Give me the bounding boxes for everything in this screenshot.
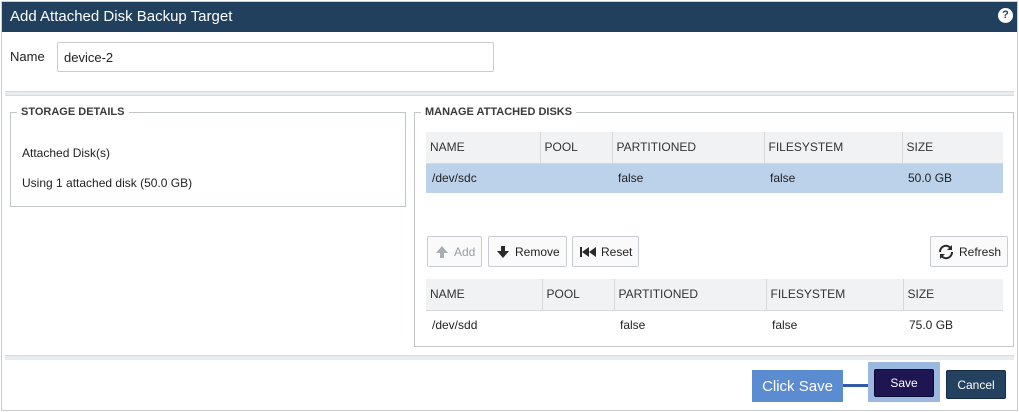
save-button-highlight: Save <box>868 362 940 402</box>
column-header-partitioned[interactable]: PARTITIONED <box>612 132 765 164</box>
remove-button[interactable]: Remove <box>488 236 567 267</box>
cancel-button[interactable]: Cancel <box>946 370 1006 399</box>
cell-size: 75.0 GB <box>909 318 954 333</box>
name-input[interactable] <box>57 42 494 72</box>
column-header-name[interactable]: NAME <box>426 132 541 164</box>
refresh-icon <box>938 244 954 259</box>
add-button[interactable]: Add <box>427 236 483 267</box>
add-button-label: Add <box>454 244 476 259</box>
column-header-partitioned[interactable]: PARTITIONED <box>614 279 767 311</box>
refresh-button[interactable]: Refresh <box>930 236 1009 267</box>
footer-divider <box>5 355 1014 360</box>
name-label: Name <box>10 49 45 64</box>
cell-pool <box>542 310 614 340</box>
column-header-name[interactable]: NAME <box>426 279 543 311</box>
save-button[interactable]: Save <box>874 369 934 397</box>
arrow-down-icon <box>497 245 509 258</box>
reset-button-label: Reset <box>601 244 633 259</box>
cell-filesystem: false <box>764 163 902 193</box>
available-disks-table: NAME POOL PARTITIONED FILESYSTEM SIZE /d… <box>426 279 1003 340</box>
remove-button-label: Remove <box>515 244 560 259</box>
column-header-pool[interactable]: POOL <box>540 132 613 164</box>
manage-attached-disks-panel: MANAGE ATTACHED DISKS NAME POOL PARTITIO… <box>414 106 1014 347</box>
dialog-titlebar: Add Attached Disk Backup Target ? <box>2 2 1017 32</box>
arrow-up-icon <box>436 245 448 258</box>
section-divider <box>5 91 1014 96</box>
reset-button[interactable]: Reset <box>572 236 640 267</box>
table-header-row: NAME POOL PARTITIONED FILESYSTEM SIZE <box>426 132 1003 164</box>
cell-partitioned: false <box>620 318 646 333</box>
attached-disk-usage: Using 1 attached disk (50.0 GB) <box>22 176 193 190</box>
dialog-title: Add Attached Disk Backup Target <box>10 8 233 25</box>
column-header-size[interactable]: SIZE <box>902 132 1003 164</box>
cell-pool <box>540 163 612 193</box>
column-header-pool[interactable]: POOL <box>542 279 615 311</box>
cell-partitioned: false <box>612 163 764 193</box>
refresh-button-label: Refresh <box>959 244 1002 259</box>
attached-disks-table: NAME POOL PARTITIONED FILESYSTEM SIZE /d… <box>426 132 1003 193</box>
column-header-filesystem[interactable]: FILESYSTEM <box>764 132 903 164</box>
click-save-callout: Click Save <box>752 370 843 402</box>
storage-details-legend: STORAGE DETAILS <box>21 106 125 118</box>
cell-filesystem: false <box>772 318 798 333</box>
rewind-icon <box>580 246 596 257</box>
attached-disks-label: Attached Disk(s) <box>22 146 111 160</box>
table-header-row: NAME POOL PARTITIONED FILESYSTEM SIZE <box>426 279 1003 311</box>
manage-attached-disks-legend: MANAGE ATTACHED DISKS <box>425 106 573 118</box>
table-row[interactable]: /dev/sdd false false 75.0 GB <box>426 310 1003 340</box>
backup-target-dialog: Add Attached Disk Backup Target ? Name S… <box>1 1 1018 411</box>
cell-name: /dev/sdd <box>432 318 478 333</box>
table-row[interactable]: /dev/sdc false false 50.0 GB <box>426 163 1003 193</box>
column-header-size[interactable]: SIZE <box>903 279 1003 311</box>
storage-details-panel: STORAGE DETAILS Attached Disk(s) Using 1… <box>10 106 406 207</box>
cell-size: 50.0 GB <box>902 163 1003 193</box>
help-icon[interactable]: ? <box>998 8 1013 23</box>
cell-name: /dev/sdc <box>426 163 540 193</box>
column-header-filesystem[interactable]: FILESYSTEM <box>766 279 904 311</box>
